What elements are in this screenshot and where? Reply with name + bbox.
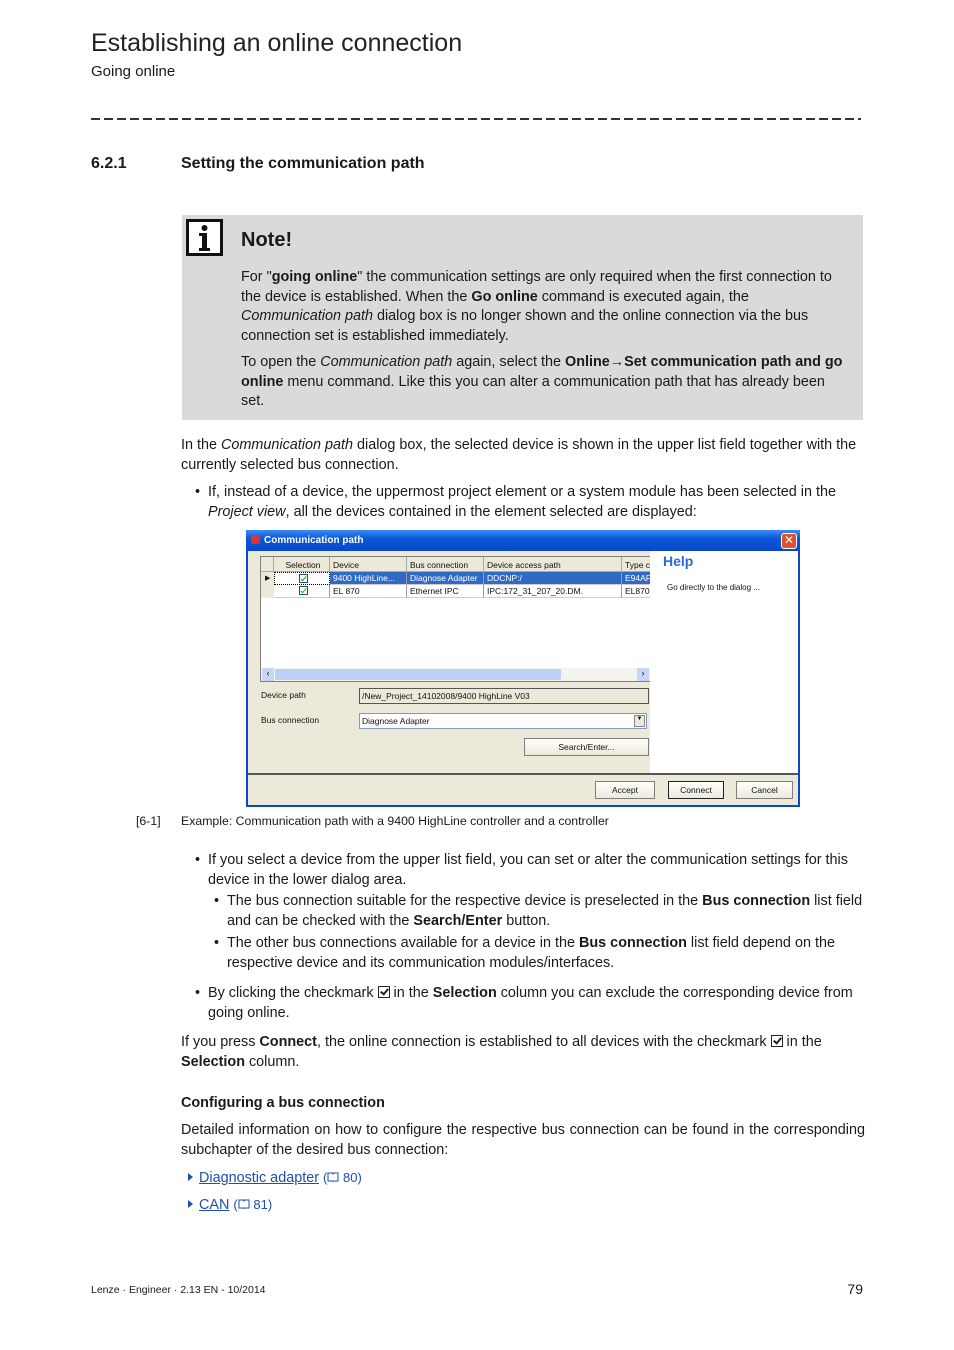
text-segment: Selection (432, 985, 497, 1001)
text-segment: , all the devices contained in the eleme… (285, 503, 697, 520)
text-segment: Bus connection (579, 935, 687, 951)
text-segment: Connect (259, 1034, 317, 1050)
text-segment: Search/Enter (413, 912, 503, 929)
bus-connection-dropdown[interactable]: Diagnose Adapter ▼ (359, 713, 647, 729)
text-segment: Communication path (320, 354, 453, 370)
column-header[interactable]: Device access path (484, 557, 622, 572)
text-segment: For " (241, 269, 272, 285)
device-path-field: /New_Project_14102008/9400 HighLine V03 (359, 688, 649, 704)
text-segment: If you select a device from the upper li… (208, 852, 848, 888)
text-segment: Communication path (241, 308, 373, 324)
text-segment: By clicking the checkmark (208, 985, 378, 1001)
text-segment: column. (244, 1053, 300, 1070)
close-button[interactable]: ✕ (781, 533, 797, 549)
device-list[interactable]: Selection Device Bus connection Device a… (260, 556, 651, 682)
book-icon (327, 1172, 339, 1183)
note-box: Note! For "going online" the communicati… (182, 215, 863, 420)
note-paragraph: For "going online" the communication set… (241, 268, 846, 346)
scrollbar-thumb[interactable] (275, 669, 561, 680)
search-enter-button[interactable]: Search/Enter... (524, 738, 649, 756)
section-number: 6.2.1 (91, 155, 127, 172)
text-segment: , the online connection is established t… (316, 1034, 771, 1050)
column-header[interactable]: Type c (622, 557, 651, 572)
text-segment: If you press (181, 1034, 260, 1050)
text-segment: Project view (208, 503, 286, 520)
app-icon (251, 535, 260, 544)
subheading: Configuring a bus connection (181, 1095, 385, 1111)
figure-number: [6-1] (136, 814, 161, 828)
text-segment: Selection (181, 1053, 245, 1070)
arrow-icon (188, 1200, 193, 1208)
scroll-left-icon[interactable]: ‹ (262, 668, 274, 681)
column-header[interactable]: Bus connection (407, 557, 484, 572)
connect-paragraph: If you press Connect, the online connect… (181, 1033, 865, 1072)
text-segment: Communication path (221, 437, 353, 453)
column-header[interactable]: Device (330, 557, 407, 572)
list-item: • The other bus connections available for… (214, 935, 835, 971)
text-segment: button. (502, 912, 551, 929)
list-item: • If you select a device from the upper l… (195, 852, 848, 888)
selection-checkbox[interactable] (299, 574, 308, 583)
text-segment: To open the (241, 354, 321, 370)
book-icon (238, 1199, 250, 1210)
help-title: Help (663, 553, 694, 569)
page-number: 79 (847, 1281, 863, 1297)
text-segment: command is executed again, the (537, 288, 749, 305)
footer-text: Lenze · Engineer · 2.13 EN - 10/2014 (91, 1284, 266, 1296)
device-path-label: Device path (261, 690, 306, 700)
dialog-footer: Accept Connect Cancel (248, 773, 798, 805)
text-segment: If, instead of a device, the uppermost p… (208, 484, 836, 500)
chevron-down-icon[interactable]: ▼ (634, 715, 645, 727)
note-title: Note! (241, 229, 293, 251)
page-subtitle: Going online (91, 63, 176, 80)
link-item: Diagnostic adapter ( 80) (188, 1168, 362, 1189)
checkmark-icon (377, 986, 390, 998)
list-item: • If, instead of a device, the uppermost … (195, 484, 836, 520)
intro-paragraph: In the Communication path dialog box, th… (181, 436, 865, 475)
text-segment: Bus connection (702, 893, 811, 909)
diagnostic-adapter-link[interactable]: Diagnostic adapter (199, 1170, 319, 1186)
text-segment: in the (389, 985, 433, 1001)
text-segment: menu command. Like this you can alter a … (241, 373, 825, 410)
connect-button[interactable]: Connect (668, 781, 724, 799)
communication-path-dialog: Communication path ✕ Selection Device Bu… (246, 530, 800, 807)
row-indicator-icon: ▶ (261, 572, 274, 598)
divider (91, 118, 861, 120)
text-segment: The bus connection suitable for the resp… (227, 893, 703, 909)
arrow-icon (188, 1173, 193, 1181)
text-segment: Go online (471, 288, 538, 305)
text-segment: In the (181, 437, 222, 453)
help-link[interactable]: Go directly to the dialog ... (667, 583, 760, 592)
column-header[interactable]: Selection (274, 557, 330, 572)
text-segment: in the (782, 1034, 822, 1050)
bus-connection-label: Bus connection (261, 715, 320, 725)
note-paragraph: To open the Communication path again, se… (241, 353, 846, 412)
text-segment: going online (271, 269, 358, 285)
selection-checkbox[interactable] (298, 586, 308, 595)
page-title: Establishing an online connection (91, 29, 463, 57)
checkmark-icon (770, 1035, 783, 1047)
list-item: • The bus connection suitable for the res… (214, 893, 863, 929)
text-segment: again, select the (452, 354, 566, 370)
horizontal-scrollbar[interactable]: ‹ › (261, 668, 650, 681)
dialog-body: Selection Device Bus connection Device a… (248, 551, 798, 805)
text-segment: The other bus connections available for … (227, 935, 579, 951)
accept-button[interactable]: Accept (595, 781, 655, 799)
config-paragraph: Detailed information on how to configure… (181, 1122, 865, 1158)
list-item: • By clicking the checkmark in the Select… (195, 985, 853, 1021)
help-panel: Help Go directly to the dialog ... (650, 551, 798, 773)
figure-caption: Example: Communication path with a 9400 … (181, 814, 609, 828)
cancel-button[interactable]: Cancel (736, 781, 793, 799)
link-item: CAN ( 81) (188, 1195, 272, 1216)
section-title: Setting the communication path (181, 155, 425, 172)
can-link[interactable]: CAN (199, 1197, 229, 1213)
dialog-titlebar: Communication path (246, 530, 800, 551)
scroll-right-icon[interactable]: › (637, 668, 649, 681)
info-icon (186, 219, 223, 256)
